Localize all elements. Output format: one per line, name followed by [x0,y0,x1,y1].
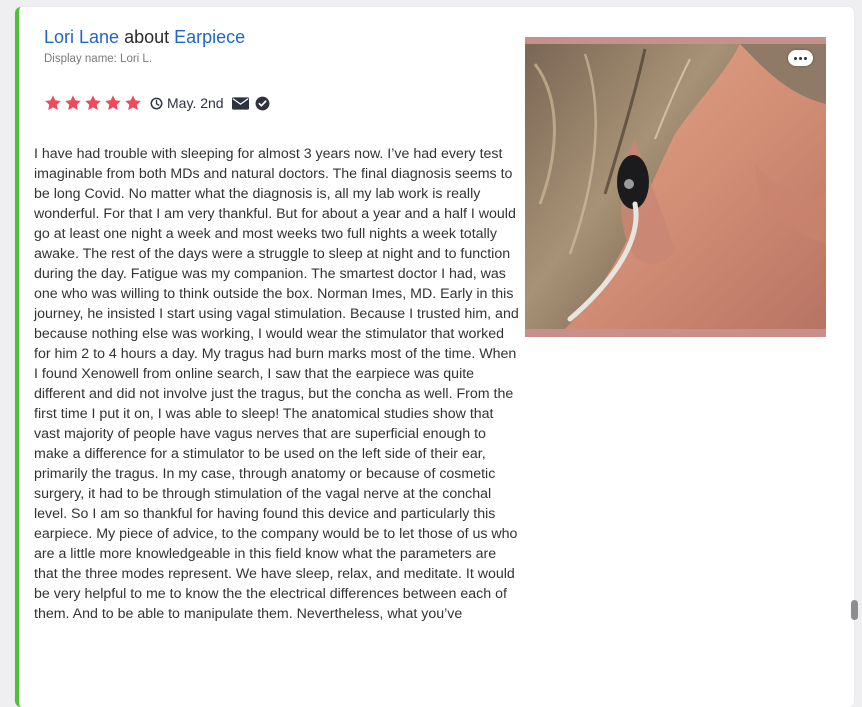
ear-photo-image [525,44,826,329]
page-scrollbar-thumb[interactable] [851,600,858,620]
clock-icon [150,97,163,109]
star-icon [85,95,101,111]
review-photo[interactable] [525,37,826,337]
review-title: Lori Lane about Earpiece [44,25,245,49]
photo-more-button[interactable] [788,50,813,66]
review-card: Lori Lane about Earpiece Display name: L… [15,7,854,707]
author-link[interactable]: Lori Lane [44,27,119,47]
star-icon [45,95,61,111]
envelope-icon [231,96,249,110]
review-body: I have had trouble with sleeping for alm… [34,146,519,622]
review-date: May. 2nd [150,95,224,111]
star-rating [44,94,142,112]
check-circle-icon [255,96,269,110]
title-connector: about [124,27,170,47]
star-icon [125,95,141,111]
display-name: Display name: Lori L. [44,53,153,65]
date-text: May. 2nd [167,95,224,111]
star-icon [105,95,121,111]
review-header: Lori Lane about Earpiece Display name: L… [44,25,245,65]
star-icon [65,95,81,111]
rating-row: May. 2nd [44,93,270,113]
product-link[interactable]: Earpiece [174,27,245,47]
